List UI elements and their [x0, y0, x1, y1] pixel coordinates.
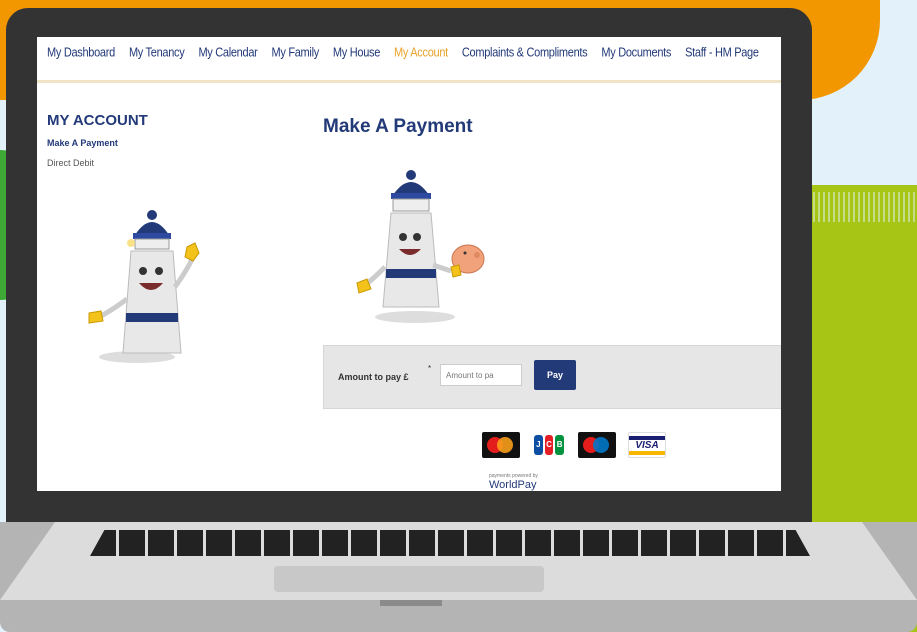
- sidebar: MY ACCOUNT Make A Payment Direct Debit: [47, 112, 247, 168]
- laptop-slot: [380, 600, 442, 606]
- payment-form: Amount to pay £ * Pay: [323, 345, 781, 409]
- nav-item-my-account[interactable]: My Account: [394, 46, 448, 60]
- lighthouse-mascot-waving: [88, 210, 200, 363]
- laptop-touchpad: [274, 566, 544, 592]
- nav-item-my-dashboard[interactable]: My Dashboard: [47, 46, 115, 60]
- amount-label: Amount to pay £: [338, 372, 409, 382]
- pay-button[interactable]: Pay: [534, 360, 576, 390]
- sidebar-item-direct-debit[interactable]: Direct Debit: [47, 158, 247, 168]
- payment-provider: payments powered by WorldPay: [489, 473, 538, 491]
- required-marker: *: [428, 364, 432, 373]
- jcb-letter-c: C: [544, 435, 554, 455]
- jcb-letter-b: B: [555, 435, 565, 455]
- nav-item-my-tenancy[interactable]: My Tenancy: [129, 46, 185, 60]
- background-grass-edge: [800, 192, 917, 222]
- nav-item-staff-hm-page[interactable]: Staff - HM Page: [685, 46, 759, 60]
- laptop-keyboard: [90, 530, 810, 556]
- visa-icon: VISA: [628, 432, 666, 458]
- nav-item-my-documents[interactable]: My Documents: [601, 46, 671, 60]
- top-navigation: My Dashboard My Tenancy My Calendar My F…: [37, 37, 781, 83]
- jcb-icon: J C B: [532, 432, 566, 458]
- nav-item-my-family[interactable]: My Family: [272, 46, 320, 60]
- nav-item-my-house[interactable]: My House: [333, 46, 380, 60]
- page-title: Make A Payment: [323, 116, 473, 137]
- sidebar-item-make-a-payment[interactable]: Make A Payment: [47, 138, 247, 148]
- lighthouse-mascot-with-piggy-bank: [356, 170, 485, 323]
- nav-item-complaints-compliments[interactable]: Complaints & Compliments: [462, 46, 588, 60]
- visa-label: VISA: [635, 439, 659, 451]
- laptop-screen: My Dashboard My Tenancy My Calendar My F…: [37, 37, 781, 491]
- sidebar-title: MY ACCOUNT: [47, 112, 148, 129]
- accepted-cards: J C B VISA: [482, 432, 666, 458]
- jcb-letter-j: J: [534, 435, 543, 455]
- mastercard-icon: [482, 432, 520, 458]
- maestro-icon: [578, 432, 616, 458]
- worldpay-logo: WorldPay: [489, 479, 537, 491]
- nav-item-my-calendar[interactable]: My Calendar: [198, 46, 257, 60]
- amount-input[interactable]: [440, 364, 522, 386]
